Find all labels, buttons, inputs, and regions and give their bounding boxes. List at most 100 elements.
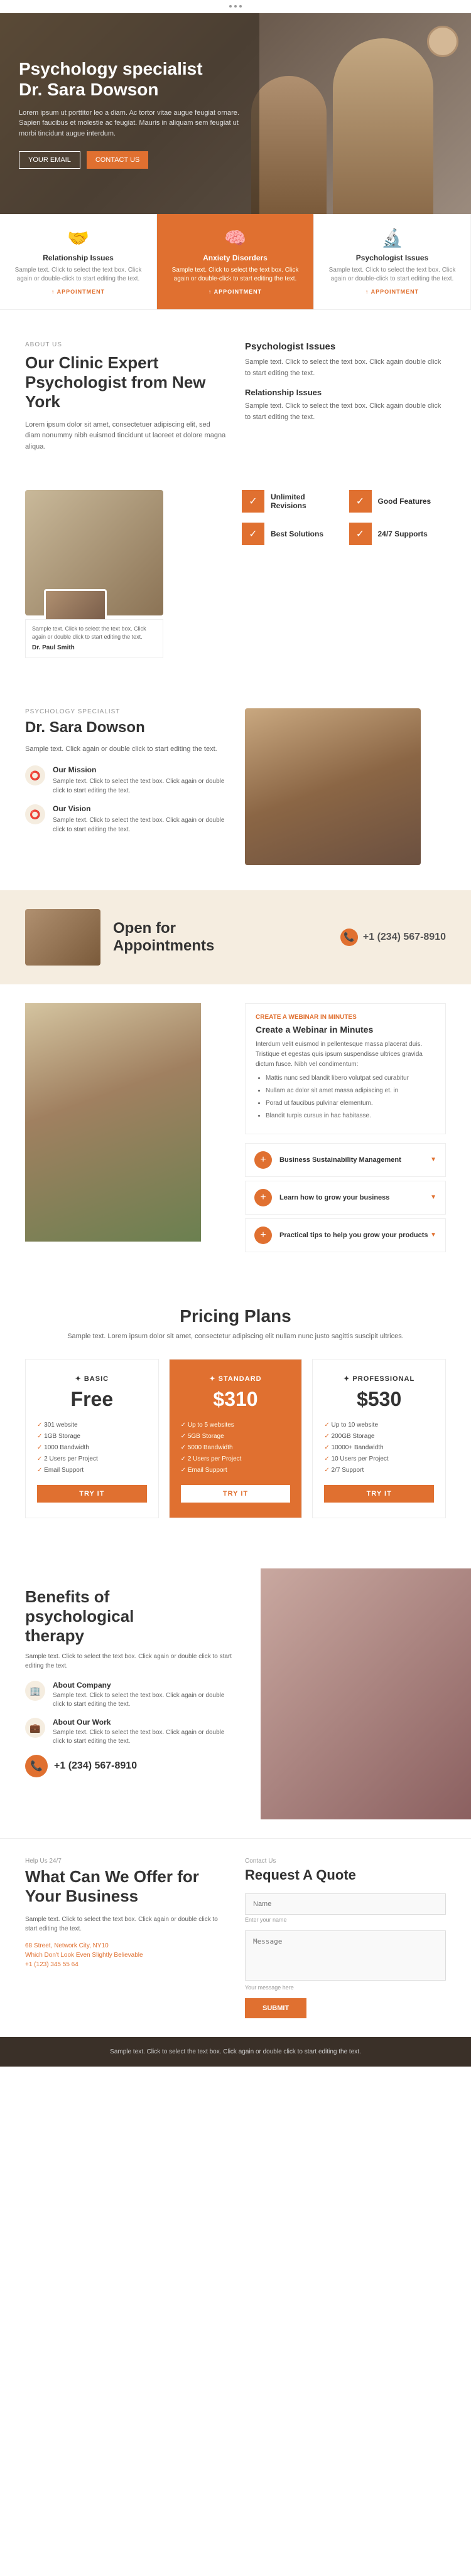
pricing-pro-btn[interactable]: TRY IT [324,1485,434,1503]
blog-list-item-3: Porad ut faucibus pulvinar elementum. [266,1099,435,1109]
pricing-basic-f4: 2 Users per Project [37,1454,147,1465]
pricing-std-f2: 5GB Storage [181,1431,291,1442]
service-title-psychologist: Psychologist Issues [325,253,459,262]
features-section: Sample text. Click to select the text bo… [0,484,471,683]
pricing-standard-price: $310 [181,1388,291,1411]
blog-image [25,1003,201,1242]
about-right-relationship-title: Relationship Issues [245,388,446,397]
service-card-psychologist[interactable]: 🔬 Psychologist Issues Sample text. Click… [314,214,471,309]
check-icon-support: ✓ [349,523,372,545]
pricing-basic-price: Free [37,1388,147,1411]
hero-section: Psychology specialist Dr. Sara Dowson Lo… [0,13,471,214]
dr-photo [245,708,421,865]
pricing-pro-f5: 2/7 Support [324,1465,434,1476]
service-card-anxiety[interactable]: 🧠 Anxiety Disorders Sample text. Click t… [157,214,314,309]
hero-title: Psychology specialist Dr. Sara Dowson [19,58,241,100]
about-right-relationship-text: Sample text. Click to select the text bo… [245,401,446,423]
caption-text: Sample text. Click to select the text bo… [32,625,156,641]
hero-person-right [333,38,433,214]
pricing-standard-label: ✦ Standard [181,1375,291,1383]
name-input[interactable] [245,1893,446,1915]
about-title: Our Clinic Expert Psychologist from New … [25,353,226,412]
mission-title: Our Mission [53,765,226,774]
blog-featured-title: Create a Webinar in Minutes [256,1025,435,1035]
vision-content: Our Vision Sample text. Click to select … [53,804,226,834]
service-appt-anxiety[interactable]: ↑ APPOINTMENT [208,289,262,295]
features-grid: ✓ Unlimited Revisions ✓ Good Features ✓ … [242,490,446,657]
service-card-relationship[interactable]: 🤝 Relationship Issues Sample text. Click… [0,214,157,309]
blog-list-item-1: Mattis nunc sed blandit libero volutpat … [266,1073,435,1083]
pricing-std-f3: 5000 Bandwidth [181,1442,291,1454]
benefits-section: Benefits of psychological therapy Sample… [0,1550,471,1838]
pricing-basic-f5: Email Support [37,1465,147,1476]
pricing-basic-btn[interactable]: TRY IT [37,1485,147,1503]
accordion-arrow-1: ▼ [430,1156,436,1163]
contact-address: 68 Street, Network City, NY10 [25,1942,226,1949]
about-desc: Lorem ipsum dolor sit amet, consectetuer… [25,420,226,453]
accordion-item-3[interactable]: + Practical tips to help you grow your p… [245,1218,446,1252]
pricing-card-standard: ✦ Standard $310 Up to 5 websites 5GB Sto… [169,1359,303,1518]
check-icon-good: ✓ [349,490,372,513]
service-appt-relationship[interactable]: ↑ APPOINTMENT [51,289,105,295]
services-strip: 🤝 Relationship Issues Sample text. Click… [0,214,471,310]
message-input[interactable] [245,1930,446,1981]
work-title: About Our Work [53,1718,236,1727]
accordion-item-2[interactable]: + Learn how to grow your business ▼ [245,1181,446,1215]
footer-text: Sample text. Click to select the text bo… [25,2048,446,2055]
benefits-phone-row[interactable]: 📞 +1 (234) 567-8910 [25,1755,236,1777]
accordion-item-1[interactable]: + Business Sustainability Management ▼ [245,1143,446,1177]
benefits-content: Benefits of psychological therapy Sample… [0,1568,261,1819]
benefits-image-container [261,1568,471,1819]
pricing-basic-features: 301 website 1GB Storage 1000 Bandwidth 2… [37,1420,147,1476]
pricing-pro-f1: Up to 10 website [324,1420,434,1431]
pricing-pro-price: $530 [324,1388,434,1411]
appointment-phone[interactable]: 📞 +1 (234) 567-8910 [340,929,446,946]
dr-name: Dr. Sara Dowson [25,719,226,737]
contact-desc: Sample text. Click to select the text bo… [25,1915,226,1934]
feature-label-good: Good Features [378,497,431,506]
phone-icon: 📞 [340,929,358,946]
service-appt-psychologist[interactable]: ↑ APPOINTMENT [365,289,419,295]
pricing-std-f5: Email Support [181,1465,291,1476]
relationship-icon: 🤝 [11,228,145,248]
blog-content: Create a Webinar in Minutes Create a Web… [245,1003,446,1256]
offer-title: What Can We Offer for Your Business [25,1867,226,1906]
pricing-basic-f1: 301 website [37,1420,147,1431]
mission-content: Our Mission Sample text. Click to select… [53,765,226,796]
pricing-standard-features: Up to 5 websites 5GB Storage 5000 Bandwi… [181,1420,291,1476]
accordion-icon-2: + [254,1189,272,1206]
feature-label-best: Best Solutions [271,530,323,538]
accordion-label-3: Practical tips to help you grow your pro… [279,1232,430,1239]
blog-featured-label: Create a Webinar in Minutes [256,1014,435,1021]
pricing-pro-f4: 10 Users per Project [324,1454,434,1465]
top-nav [0,0,471,13]
vision-title: Our Vision [53,804,226,813]
dr-vision: ⭕ Our Vision Sample text. Click to selec… [25,804,226,834]
benefits-phone-icon: 📞 [25,1755,48,1777]
pricing-std-f1: Up to 5 websites [181,1420,291,1431]
benefits-phone-number: +1 (234) 567-8910 [54,1760,137,1772]
check-icon-unlimited: ✓ [242,490,264,513]
anxiety-icon: 🧠 [168,228,302,248]
feature-label-unlimited: Unlimited Revisions [271,492,339,510]
pricing-standard-btn[interactable]: TRY IT [181,1485,291,1503]
service-text-psychologist: Sample text. Click to select the text bo… [325,266,459,284]
about-right: Psychologist Issues Sample text. Click t… [245,341,446,452]
contact-us-button[interactable]: CONTACT US [87,151,149,169]
hero-clock [427,26,458,57]
hero-overlay: Psychology specialist Dr. Sara Dowson Lo… [0,13,259,214]
about-label: ABOUT US [25,341,226,348]
work-icon: 💼 [25,1718,45,1738]
pricing-subtitle: Sample text. Lorem ipsum dolor sit amet,… [25,1333,446,1340]
hero-person-left [251,76,327,214]
submit-button[interactable]: SUBMIT [245,1998,306,2018]
dr-mission: ⭕ Our Mission Sample text. Click to sele… [25,765,226,796]
mission-text: Sample text. Click to select the text bo… [53,777,226,796]
contact-link2[interactable]: +1 (123) 345 55 64 [25,1961,226,1968]
contact-link1[interactable]: Which Don't Look Even Slightly Believabl… [25,1952,226,1959]
dr-photo-inner [245,708,421,865]
email-button[interactable]: YOUR EMAIL [19,151,80,169]
about-section: ABOUT US Our Clinic Expert Psychologist … [0,310,471,484]
dr-section: Psychology Specialist Dr. Sara Dowson Sa… [0,683,471,890]
company-content: About Company Sample text. Click to sele… [53,1681,236,1709]
